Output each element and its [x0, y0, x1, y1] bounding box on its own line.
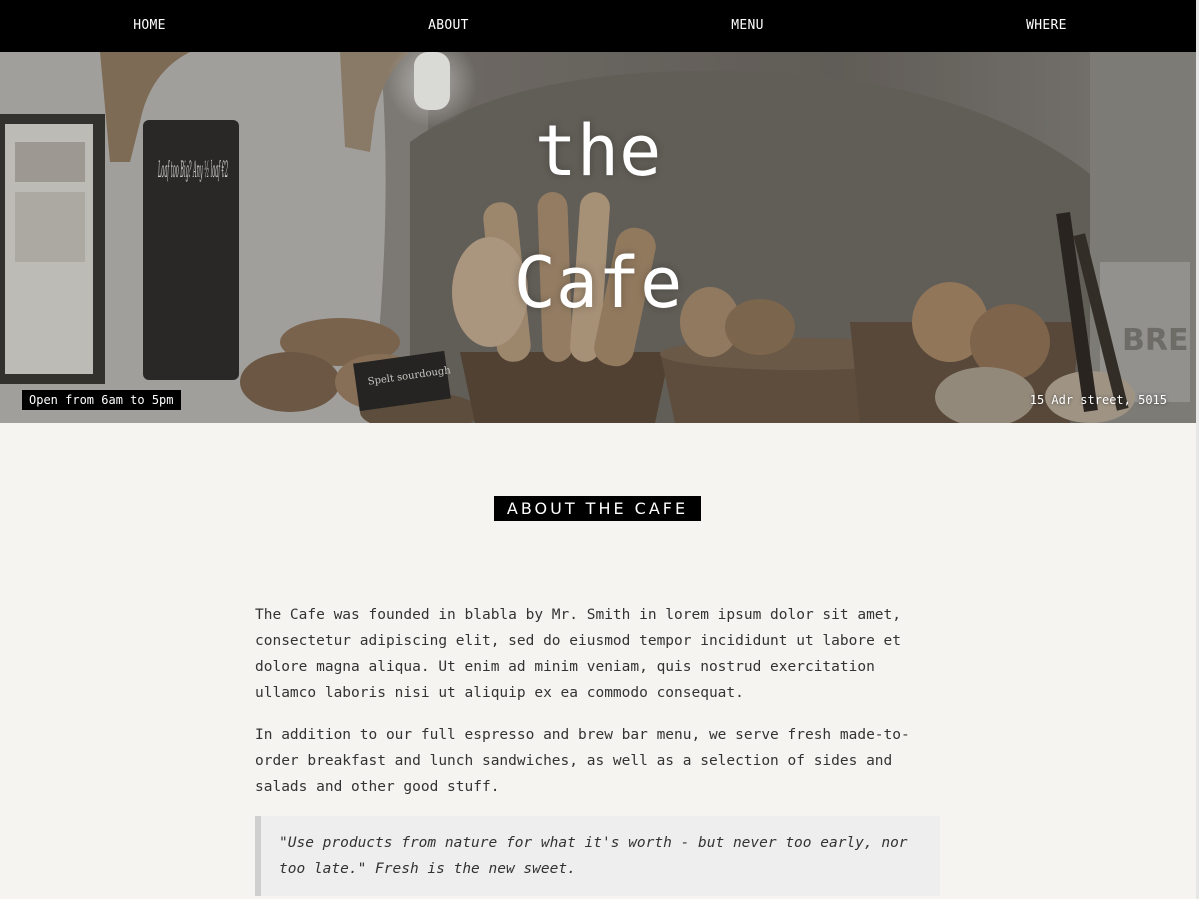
nav-link-about[interactable]: ABOUT [299, 0, 598, 52]
nav-link-home[interactable]: HOME [0, 0, 299, 52]
hero-banner: BRE Loaf too Big? Any ½ loaf €2 Spelt so… [0, 52, 1196, 423]
about-paragraph-2: In addition to our full espresso and bre… [255, 727, 910, 795]
bakery-photo: BRE Loaf too Big? Any ½ loaf €2 Spelt so… [0, 52, 1196, 423]
top-navigation-bar: HOME ABOUT MENU WHERE [0, 0, 1196, 52]
hero-title-line2: Cafe [513, 242, 683, 324]
blockquote: "Use products from nature for what it's … [255, 816, 940, 896]
hero-title-line1: the [534, 110, 662, 192]
nav-link-where[interactable]: WHERE [897, 0, 1196, 52]
nav-link-menu[interactable]: MENU [598, 0, 897, 52]
opening-hours-badge: Open from 6am to 5pm [22, 390, 181, 410]
about-content: The Cafe was founded in blabla by Mr. Sm… [255, 602, 940, 896]
address-label: 15 Adr street, 5015 [1029, 393, 1167, 407]
about-paragraph-1: The Cafe was founded in blabla by Mr. Sm… [255, 607, 902, 701]
about-section-heading: ABOUT THE CAFE [494, 496, 701, 521]
